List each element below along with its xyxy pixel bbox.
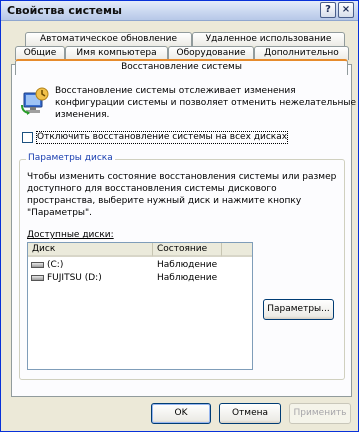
- tab-advanced[interactable]: Дополнительно: [254, 46, 349, 60]
- drive-icon: [31, 262, 44, 268]
- tab-automatic-updates[interactable]: Автоматическое обновление: [25, 32, 192, 46]
- disk-settings-legend: Параметры диска: [26, 153, 115, 163]
- intro-line-2: конфигурации системы и позволяет отменит…: [55, 98, 357, 108]
- tab-hardware[interactable]: Оборудование: [168, 46, 254, 60]
- disk-name: FUJITSU (D:): [47, 273, 102, 283]
- column-header-filler: [222, 243, 252, 257]
- title-bar[interactable]: Свойства системы ? ×: [1, 1, 358, 21]
- available-disks-list[interactable]: Диск Состояние (C:) Наблюдение FUJITSU (…: [27, 242, 253, 370]
- help-button[interactable]: ?: [320, 2, 336, 18]
- disk-settings-desc-3: пространства, выберите нужный диск и наж…: [27, 196, 302, 206]
- tab-row-top: Автоматическое обновление Удаленное испо…: [11, 32, 352, 47]
- disk-row[interactable]: (C:) Наблюдение: [28, 259, 252, 272]
- disable-restore-label[interactable]: Отключить восстановление системы на всех…: [35, 131, 289, 144]
- tab-remote[interactable]: Удаленное использование: [192, 32, 345, 46]
- system-restore-panel: Восстановление системы отслеживает измен…: [11, 64, 356, 397]
- disk-settings-group: Параметры диска Чтобы изменить состояние…: [19, 153, 345, 380]
- window-title: Свойства системы: [7, 4, 122, 17]
- tab-computer-name[interactable]: Имя компьютера: [65, 46, 168, 60]
- intro-line-1: Восстановление системы отслеживает измен…: [55, 86, 296, 96]
- drive-icon: [31, 275, 44, 281]
- tab-system-restore[interactable]: Восстановление системы: [15, 59, 348, 75]
- apply-button[interactable]: Применить: [289, 403, 351, 424]
- disk-row[interactable]: FUJITSU (D:) Наблюдение: [28, 272, 252, 285]
- disk-status: Наблюдение: [157, 260, 218, 270]
- column-header-status[interactable]: Состояние: [153, 243, 222, 257]
- disk-name: (C:): [47, 260, 64, 270]
- available-disks-label: Доступные диски:: [27, 230, 114, 240]
- cancel-button[interactable]: Отмена: [219, 403, 281, 424]
- tab-general[interactable]: Общие: [15, 46, 65, 60]
- disk-settings-desc-2: доступного для восстановления системы ди…: [27, 184, 277, 194]
- disk-settings-desc-1: Чтобы изменить состояние восстановления …: [27, 172, 337, 182]
- system-restore-icon: [20, 85, 50, 117]
- disable-restore-checkbox[interactable]: [22, 132, 33, 143]
- ok-button[interactable]: OK: [151, 403, 211, 424]
- disk-settings-button[interactable]: Параметры...: [263, 299, 334, 320]
- disk-status: Наблюдение: [157, 273, 218, 283]
- column-header-disk[interactable]: Диск: [28, 243, 153, 257]
- intro-line-3: изменения.: [55, 110, 110, 120]
- close-button[interactable]: ×: [338, 2, 354, 18]
- system-properties-window: Свойства системы ? × Автоматическое обно…: [0, 0, 359, 432]
- disk-settings-desc-4: "Параметры".: [27, 208, 93, 218]
